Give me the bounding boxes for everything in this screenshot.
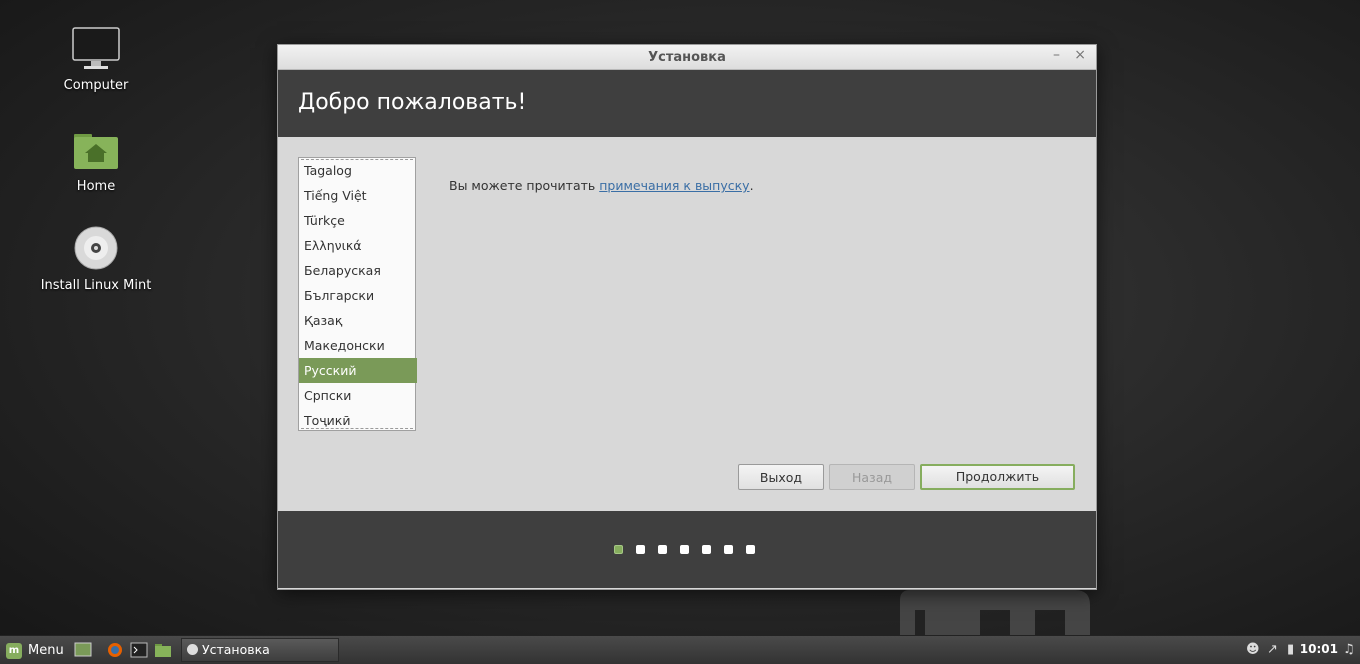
footer-progress (278, 511, 1096, 588)
show-desktop-icon[interactable] (74, 642, 92, 658)
battery-icon[interactable]: ▮ (1287, 642, 1294, 657)
home-folder-icon (74, 134, 118, 169)
language-item[interactable]: Македонски (299, 333, 417, 358)
quit-button[interactable]: Выход (738, 464, 824, 490)
desktop-icon-computer[interactable]: Computer (36, 26, 156, 93)
desktop-icon-label: Install Linux Mint (40, 278, 152, 293)
taskbar: m Menu Установка ☻ ↗ ▮ 10:01 ♫ (0, 635, 1360, 664)
language-item[interactable]: Қазақ (299, 308, 417, 333)
progress-dot (680, 545, 689, 554)
content-area: Tagalog Tiếng Việt Türkçe Ελληνικά Белар… (278, 137, 1096, 511)
header-banner: Добро пожаловать! (278, 70, 1096, 137)
desktop-icon-label: Home (76, 179, 116, 194)
progress-dot (658, 545, 667, 554)
minimize-icon[interactable]: – (1053, 47, 1060, 63)
disc-icon (74, 226, 118, 270)
progress-dot-active (614, 545, 623, 554)
language-item[interactable]: Тоҷикӣ (299, 408, 417, 433)
menu-label: Menu (28, 643, 64, 658)
language-item[interactable]: Ελληνικά (299, 233, 417, 258)
language-item[interactable]: Tiếng Việt (299, 183, 417, 208)
language-item[interactable]: Српски (299, 383, 417, 408)
language-item[interactable]: Tagalog (299, 158, 417, 183)
continue-button[interactable]: Продолжить (920, 464, 1075, 490)
page-title: Добро пожаловать! (298, 90, 527, 115)
notes-prefix: Вы можете прочитать (449, 178, 600, 193)
installer-window: Установка – × Добро пожаловать! Tagalog … (277, 44, 1097, 590)
notes-suffix: . (749, 178, 754, 193)
files-icon[interactable] (154, 642, 172, 658)
progress-dot (636, 545, 645, 554)
disc-icon (187, 644, 198, 655)
mint-logo-icon: m (6, 642, 22, 659)
titlebar[interactable]: Установка – × (278, 45, 1096, 70)
progress-dot (702, 545, 711, 554)
close-icon[interactable]: × (1074, 47, 1086, 63)
network-icon[interactable]: ↗ (1267, 642, 1278, 657)
progress-dot (724, 545, 733, 554)
taskbar-window-button[interactable]: Установка (181, 638, 339, 662)
firefox-icon[interactable] (106, 642, 124, 658)
language-item[interactable]: Български (299, 283, 417, 308)
list-bottom-edge (301, 428, 413, 429)
language-item-selected[interactable]: Русский (299, 358, 417, 383)
language-item[interactable]: Türkçe (299, 208, 417, 233)
user-icon[interactable]: ☻ (1246, 642, 1260, 657)
release-notes-text: Вы можете прочитать примечания к выпуску… (449, 178, 754, 193)
taskbar-window-label: Установка (202, 642, 270, 657)
language-item[interactable]: Беларуская (299, 258, 417, 283)
progress-dot (746, 545, 755, 554)
volume-icon[interactable]: ♫ (1343, 642, 1355, 657)
release-notes-link[interactable]: примечания к выпуску (599, 178, 749, 193)
terminal-icon[interactable] (130, 642, 148, 658)
desktop-icon-install[interactable]: Install Linux Mint (36, 226, 156, 293)
monitor-icon (72, 27, 120, 69)
desktop-icon-label: Computer (63, 78, 129, 93)
menu-button[interactable]: m Menu (6, 641, 64, 661)
clock[interactable]: 10:01 (1300, 642, 1338, 656)
desktop-icon-home[interactable]: Home (36, 131, 156, 194)
language-list[interactable]: Tagalog Tiếng Việt Türkçe Ελληνικά Белар… (298, 157, 417, 433)
window-title: Установка (648, 50, 726, 65)
back-button[interactable]: Назад (829, 464, 915, 490)
